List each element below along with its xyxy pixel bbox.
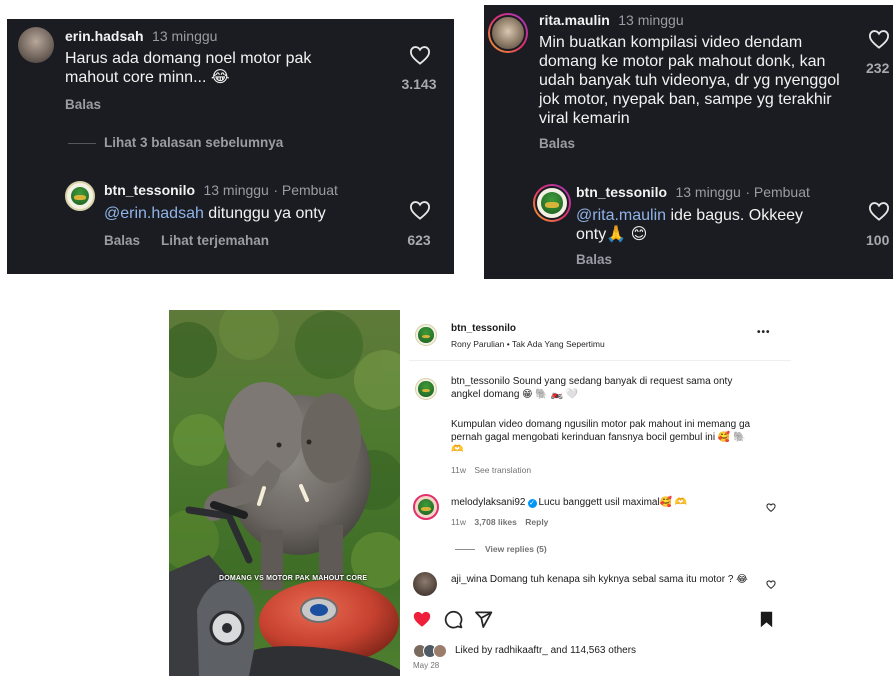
view-replies-button[interactable]: View replies (5): [485, 544, 547, 554]
avatar[interactable]: [415, 324, 437, 346]
audio-track[interactable]: Rony Parulian • Tak Ada Yang Sepertimu: [451, 339, 605, 349]
reply-header: btn_tessonilo 13 minggu · Pembuat: [104, 182, 338, 200]
comment-meta: 11w 3,708 likes Reply: [451, 517, 548, 527]
avatar[interactable]: [413, 494, 439, 520]
liked-by-suffix[interactable]: and 114,563 others: [548, 645, 636, 656]
comment-username[interactable]: erin.hadsah: [65, 28, 144, 44]
reply-text: @rita.maulin ide bagus. Okkeey onty🙏 😊: [576, 206, 826, 244]
post-date: May 28: [413, 661, 440, 670]
photo-caption: DOMANG VS MOTOR PAK MAHOUT CORE: [219, 575, 368, 582]
reply-time: 13 minggu: [675, 184, 741, 200]
heart-icon[interactable]: [412, 610, 432, 628]
bookmark-icon[interactable]: [759, 611, 774, 628]
heart-icon[interactable]: [868, 29, 890, 49]
caption-text-2: Kumpulan video domang ngusilin motor pak…: [451, 419, 751, 455]
avatar[interactable]: [488, 13, 528, 53]
comment-text: Domang tuh kenapa sih kyknya sebal sama …: [489, 574, 748, 585]
caption-line-1: btn_tessonilo Sound yang sedang banyak d…: [451, 376, 761, 401]
liked-by-prefix: Liked by: [455, 645, 496, 656]
like-count: 232: [866, 60, 890, 76]
comment-username[interactable]: rita.maulin: [539, 12, 610, 28]
avatar[interactable]: [65, 181, 95, 211]
header-divider: [409, 360, 791, 361]
post-photo[interactable]: DOMANG VS MOTOR PAK MAHOUT CORE: [169, 310, 400, 676]
creator-badge: · Pembuat: [273, 182, 338, 198]
comment-time: 13 minggu: [618, 12, 684, 28]
reply-button[interactable]: Balas: [576, 252, 612, 267]
comment-header: rita.maulin 13 minggu: [539, 12, 684, 30]
comment-age: 11w: [451, 517, 466, 527]
reply-button[interactable]: Balas: [539, 136, 575, 151]
heart-icon[interactable]: [409, 45, 431, 65]
mention-link[interactable]: @rita.maulin: [576, 207, 666, 224]
replies-divider: [455, 549, 475, 550]
comment-text: Harus ada domang noel motor pak mahout c…: [65, 50, 312, 86]
avatar[interactable]: [18, 27, 54, 63]
reply-button[interactable]: Balas: [104, 233, 140, 248]
reply-time: 13 minggu: [203, 182, 269, 198]
reply-text: @erin.hadsah ditunggu ya onty: [104, 204, 326, 223]
comment-line: melodylaksani92 ✓ Lucu banggett usil maxim…: [451, 497, 687, 510]
comment-likes[interactable]: 3,708 likes: [474, 517, 517, 527]
comment-icon[interactable]: [444, 610, 463, 629]
post-author[interactable]: btn_tessonilo: [451, 323, 516, 334]
heart-icon[interactable]: [868, 201, 890, 221]
reply-username[interactable]: btn_tessonilo: [104, 182, 195, 198]
avatar[interactable]: [415, 378, 437, 400]
comment-username[interactable]: melodylaksani92: [451, 497, 526, 508]
reply-button[interactable]: Balas: [65, 97, 101, 112]
heart-icon[interactable]: [409, 200, 431, 220]
reply-button[interactable]: Reply: [525, 517, 548, 527]
mention-link[interactable]: @erin.hadsah: [104, 205, 204, 222]
liked-by-text: Liked by radhikaaftr_ and 114,563 others: [455, 645, 636, 658]
send-icon[interactable]: [474, 610, 493, 629]
heart-icon[interactable]: [766, 503, 776, 512]
heart-icon[interactable]: [766, 580, 776, 589]
comment-text: Lucu banggett usil maximal🥰 🫶: [538, 497, 688, 508]
caption-age: 11w: [451, 465, 466, 475]
instagram-post: DOMANG VS MOTOR PAK MAHOUT CORE btn_tess…: [169, 310, 791, 676]
caption-username[interactable]: btn_tessonilo: [451, 376, 510, 387]
comment-header: erin.hadsah 13 minggu: [65, 28, 217, 46]
reply-header: btn_tessonilo 13 minggu · Pembuat: [576, 184, 810, 202]
caption-meta: 11w See translation: [451, 465, 531, 475]
comment-line: aji_wina Domang tuh kenapa sih kyknya se…: [451, 574, 756, 587]
like-count: 3.143: [401, 76, 437, 92]
verified-icon: ✓: [527, 499, 537, 508]
reply-body: ditunggu ya onty: [203, 205, 326, 222]
creator-badge: · Pembuat: [745, 184, 810, 200]
view-previous-replies-button[interactable]: Lihat 3 balasan sebelumnya: [104, 135, 283, 150]
elephant-photo: [169, 310, 400, 676]
comment-username[interactable]: aji_wina: [451, 574, 487, 585]
like-count: 100: [866, 232, 890, 248]
like-count: 623: [407, 232, 431, 248]
avatar[interactable]: [413, 572, 437, 596]
see-translation-link[interactable]: See translation: [474, 465, 531, 475]
more-icon[interactable]: •••: [757, 327, 771, 338]
avatar[interactable]: [533, 184, 571, 222]
liked-by-avatars: [413, 644, 455, 658]
comment-text: Min buatkan kompilasi video dendam doman…: [539, 34, 840, 127]
comment-screenshot-right: rita.maulin 13 minggu Min buatkan kompil…: [484, 5, 893, 279]
comment-screenshot-left: erin.hadsah 13 minggu Harus ada domang n…: [7, 19, 454, 274]
comment-time: 13 minggu: [152, 28, 218, 44]
replies-divider: [68, 143, 96, 144]
translate-button[interactable]: Lihat terjemahan: [161, 233, 269, 248]
reply-username[interactable]: btn_tessonilo: [576, 184, 667, 200]
liked-by-user[interactable]: radhikaaftr_: [495, 645, 548, 656]
